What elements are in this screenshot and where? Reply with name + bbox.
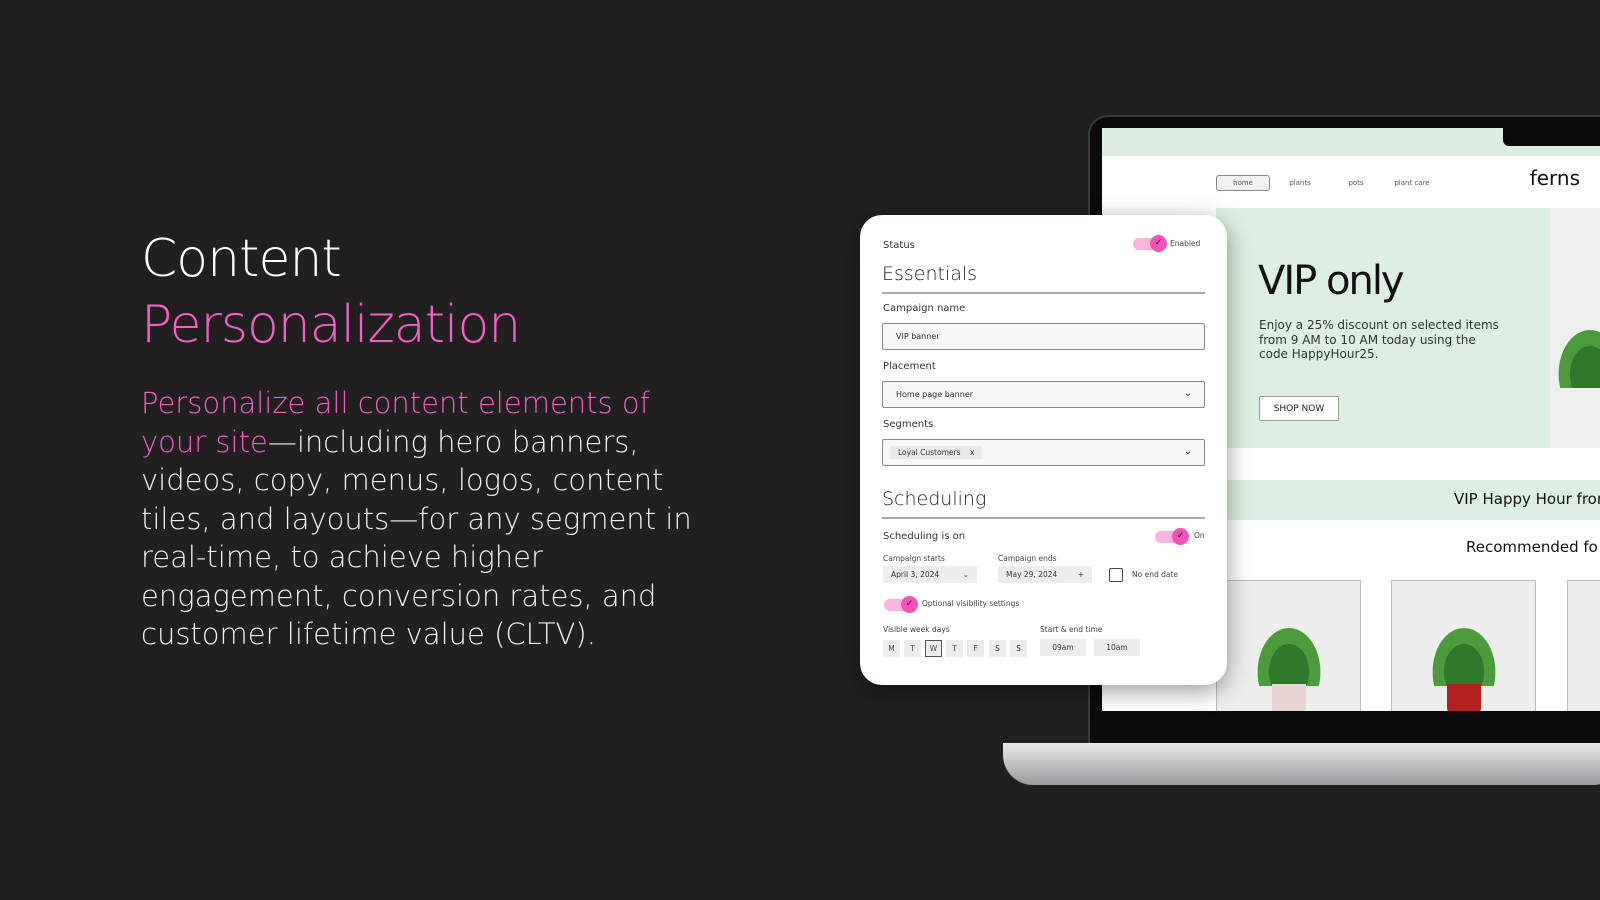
chevron-down-icon: ⌄ — [1183, 446, 1192, 457]
status-label: Status — [883, 240, 915, 251]
campaign-name-value: VIP banner — [896, 332, 940, 341]
description: Personalize all content elements of your… — [141, 384, 711, 654]
scheduling-heading: Scheduling — [882, 488, 987, 510]
site-nav: home plants pots plant care — [1216, 175, 1440, 191]
plant-icon — [1248, 616, 1329, 686]
placement-label: Placement — [883, 361, 936, 372]
segment-chip: Loyal Customers x — [890, 446, 983, 459]
check-icon: ✓ — [1172, 528, 1189, 545]
day-wednesday[interactable]: W — [925, 640, 942, 657]
shop-now-button[interactable]: SHOP NOW — [1259, 396, 1339, 421]
product-tile[interactable] — [1216, 580, 1361, 711]
check-icon: ✓ — [901, 596, 918, 613]
recommended-heading: Recommended fo — [1466, 538, 1598, 556]
end-time-input[interactable]: 10am — [1094, 639, 1140, 656]
time-label: Start & end time — [1040, 625, 1103, 634]
nav-plant-care[interactable]: plant care — [1384, 179, 1440, 187]
day-saturday[interactable]: S — [989, 640, 1006, 657]
laptop-base — [1003, 743, 1600, 785]
no-end-date-checkbox[interactable] — [1109, 568, 1123, 582]
start-date-value: April 3, 2024 — [891, 570, 940, 579]
plant-leaves-icon — [1550, 318, 1600, 388]
divider — [882, 292, 1205, 294]
segments-label: Segments — [883, 419, 934, 430]
hero-text: Enjoy a 25% discount on selected items f… — [1259, 318, 1499, 361]
week-days-label: Visible week days — [883, 625, 950, 634]
chevron-down-icon: ⌄ — [1183, 388, 1192, 399]
nav-plants[interactable]: plants — [1272, 179, 1328, 187]
starts-label: Campaign starts — [883, 554, 945, 563]
end-date-picker[interactable]: May 29, 2024 + — [998, 566, 1092, 583]
day-sunday[interactable]: S — [1010, 640, 1027, 657]
scheduling-value: On — [1194, 531, 1205, 540]
segments-select[interactable]: Loyal Customers x ⌄ — [882, 439, 1205, 466]
headline-line2: Personalization — [141, 295, 521, 355]
hero-title: VIP only — [1258, 258, 1405, 304]
optional-visibility-label: Optional visibility settings — [922, 599, 1020, 608]
hero-plant-image — [1550, 208, 1600, 448]
campaign-settings-panel: Status ✓ Enabled Essentials Campaign nam… — [860, 215, 1227, 685]
campaign-name-label: Campaign name — [883, 303, 966, 314]
no-end-date-label: No end date — [1132, 570, 1179, 579]
visibility-toggle[interactable]: ✓ — [884, 596, 918, 613]
day-monday[interactable]: M — [883, 640, 900, 657]
site-logo[interactable]: ferns — [1530, 166, 1580, 190]
essentials-heading: Essentials — [882, 263, 978, 285]
day-tuesday[interactable]: T — [904, 640, 921, 657]
status-toggle[interactable]: ✓ — [1133, 235, 1167, 252]
divider — [882, 517, 1205, 519]
product-tile[interactable] — [1391, 580, 1536, 711]
end-date-value: May 29, 2024 — [1006, 570, 1058, 579]
placement-value: Home page banner — [896, 390, 974, 399]
scheduling-on-label: Scheduling is on — [883, 531, 966, 542]
placement-select[interactable]: Home page banner ⌄ — [882, 381, 1205, 408]
pot-icon — [1446, 684, 1481, 711]
chevron-down-icon: ⌄ — [962, 570, 969, 579]
start-date-picker[interactable]: April 3, 2024 ⌄ — [883, 566, 977, 583]
ends-label: Campaign ends — [998, 554, 1057, 563]
product-tile[interactable] — [1567, 580, 1600, 711]
scheduling-toggle[interactable]: ✓ — [1155, 528, 1189, 545]
check-icon: ✓ — [1150, 235, 1167, 252]
headline: Content Personalization — [141, 226, 521, 358]
status-value: Enabled — [1170, 239, 1201, 248]
chip-remove-icon[interactable]: x — [970, 448, 974, 457]
day-friday[interactable]: F — [967, 640, 984, 657]
plant-icon — [1423, 616, 1504, 686]
segment-chip-label: Loyal Customers — [898, 448, 961, 457]
nav-home[interactable]: home — [1216, 175, 1270, 191]
camera-notch — [1503, 128, 1600, 146]
headline-line1: Content — [141, 229, 342, 289]
day-thursday[interactable]: T — [946, 640, 963, 657]
nav-pots[interactable]: pots — [1328, 179, 1384, 187]
pot-icon — [1271, 684, 1306, 711]
plus-icon: + — [1077, 570, 1084, 579]
start-time-input[interactable]: 09am — [1040, 639, 1086, 656]
campaign-name-input[interactable]: VIP banner — [882, 323, 1205, 350]
promo-strip: VIP Happy Hour from 9 — [1216, 480, 1600, 520]
